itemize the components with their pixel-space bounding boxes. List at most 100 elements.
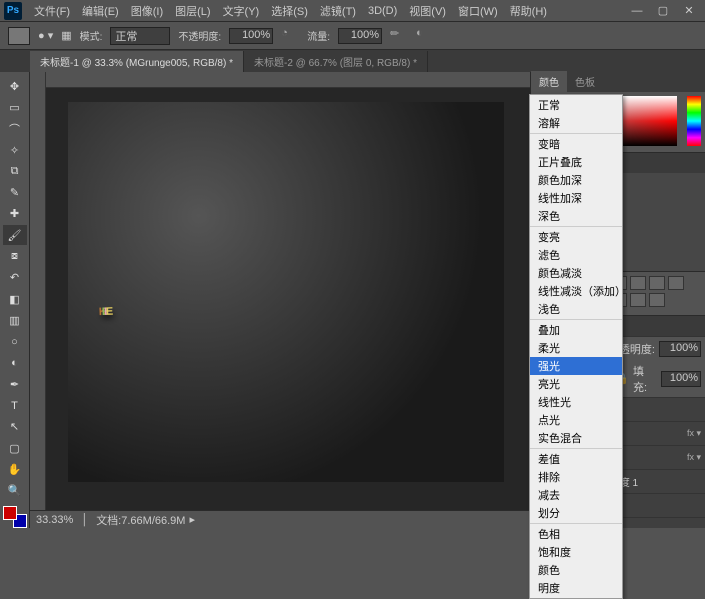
menu-edit[interactable]: 编辑(E) (76, 1, 125, 21)
blur-tool[interactable]: ○ (3, 332, 27, 352)
blend-option[interactable]: 颜色 (530, 561, 622, 579)
dodge-tool[interactable]: ◐ (3, 353, 27, 373)
history-brush-tool[interactable]: ↶ (3, 268, 27, 288)
fill-input[interactable]: 100% (661, 371, 701, 387)
blend-option[interactable]: 线性减淡（添加） (530, 282, 622, 300)
fx-badge[interactable]: fx ▾ (687, 428, 701, 439)
airbrush-icon[interactable]: ✏ (390, 27, 408, 45)
pen-tool[interactable]: ✒ (3, 374, 27, 394)
blend-option[interactable]: 线性光 (530, 393, 622, 411)
blend-option[interactable]: 饱和度 (530, 543, 622, 561)
blend-option[interactable]: 划分 (530, 504, 622, 522)
blend-mode-dropdown[interactable]: 正常溶解变暗正片叠底颜色加深线性加深深色变亮滤色颜色减淡线性减淡（添加）浅色叠加… (529, 94, 623, 599)
stamp-tool[interactable]: ⧇ (3, 246, 27, 266)
path-tool[interactable]: ↖ (3, 417, 27, 437)
blend-option[interactable]: 点光 (530, 411, 622, 429)
blend-option[interactable]: 溶解 (530, 114, 622, 132)
blend-option[interactable]: 正常 (530, 96, 622, 114)
hand-tool[interactable]: ✋ (3, 459, 27, 479)
blend-option[interactable]: 色相 (530, 525, 622, 543)
maximize-button[interactable]: ▢ (651, 4, 675, 18)
blend-option[interactable]: 实色混合 (530, 429, 622, 447)
move-tool[interactable]: ✥ (3, 76, 27, 96)
menu-file[interactable]: 文件(F) (28, 1, 76, 21)
ruler-vertical (30, 72, 46, 528)
zoom-tool[interactable]: 🔍 (3, 481, 27, 501)
blend-option[interactable]: 柔光 (530, 339, 622, 357)
pressure-size-icon[interactable]: ◐ (416, 27, 434, 45)
tool-preset[interactable] (8, 27, 30, 45)
zoom-level[interactable]: 33.33% (36, 514, 73, 526)
blend-option[interactable]: 滤色 (530, 246, 622, 264)
blend-option[interactable]: 变亮 (530, 228, 622, 246)
tab-color[interactable]: 颜色 (531, 71, 567, 92)
menu-select[interactable]: 选择(S) (265, 1, 314, 21)
gradient-tool[interactable]: ▥ (3, 310, 27, 330)
blend-option[interactable]: 明度 (530, 579, 622, 597)
pressure-opacity-icon[interactable]: ◔ (281, 27, 299, 45)
menu-3d[interactable]: 3D(D) (362, 3, 403, 19)
blend-option[interactable]: 差值 (530, 450, 622, 468)
blend-option[interactable]: 变暗 (530, 135, 622, 153)
adj-select-icon[interactable] (649, 293, 665, 307)
shape-tool[interactable]: ▢ (3, 438, 27, 458)
menu-layer[interactable]: 图层(L) (169, 1, 216, 21)
brush-panel-icon[interactable]: ▦ (61, 29, 71, 42)
blend-option[interactable]: 减去 (530, 486, 622, 504)
canvas[interactable]: KELE (68, 102, 504, 482)
mode-select[interactable]: 正常 (110, 27, 170, 45)
blend-option[interactable]: 颜色加深 (530, 171, 622, 189)
doc-tab-1[interactable]: 未标题-1 @ 33.3% (MGrunge005, RGB/8) * (30, 51, 244, 72)
wand-tool[interactable]: ✧ (3, 140, 27, 160)
chevron-right-icon[interactable]: ▸ (189, 513, 195, 526)
blend-option[interactable]: 浅色 (530, 300, 622, 318)
brush-size-icon[interactable]: ● ▾ (38, 29, 53, 42)
flow-input[interactable]: 100% (338, 28, 382, 44)
opacity-input[interactable]: 100% (229, 28, 273, 44)
tab-swatches[interactable]: 色板 (567, 71, 603, 92)
blend-option[interactable]: 排除 (530, 468, 622, 486)
app-logo: Ps (4, 2, 22, 20)
hue-slider[interactable] (687, 96, 701, 146)
menu-type[interactable]: 文字(Y) (217, 1, 266, 21)
menu-help[interactable]: 帮助(H) (504, 1, 553, 21)
menu-window[interactable]: 窗口(W) (452, 1, 504, 21)
eraser-tool[interactable]: ◧ (3, 289, 27, 309)
blend-option[interactable]: 正片叠底 (530, 153, 622, 171)
layer-opacity-input[interactable]: 100% (659, 341, 701, 357)
brush-tool[interactable]: 🖌 (3, 225, 27, 245)
adj-hue-icon[interactable] (630, 276, 646, 290)
document-tabs: 未标题-1 @ 33.3% (MGrunge005, RGB/8) * 未标题-… (0, 50, 705, 72)
blend-option[interactable]: 叠加 (530, 321, 622, 339)
minimize-button[interactable]: — (625, 4, 649, 18)
menu-view[interactable]: 视图(V) (403, 1, 452, 21)
fg-color[interactable] (3, 506, 17, 520)
eyedropper-tool[interactable]: ✎ (3, 182, 27, 202)
fx-badge[interactable]: fx ▾ (687, 452, 701, 463)
blend-option[interactable]: 线性加深 (530, 189, 622, 207)
canvas-area: KELE 33.33% │ 文档:7.66M/66.9M ▸ (30, 72, 530, 528)
close-button[interactable]: ✕ (677, 4, 701, 18)
menu-bar: Ps 文件(F) 编辑(E) 图像(I) 图层(L) 文字(Y) 选择(S) 滤… (0, 0, 705, 22)
blend-option[interactable]: 深色 (530, 207, 622, 225)
doc-size[interactable]: 文档:7.66M/66.9M (96, 512, 185, 528)
heal-tool[interactable]: ✚ (3, 204, 27, 224)
adj-photo-icon[interactable] (668, 276, 684, 290)
status-bar: 33.33% │ 文档:7.66M/66.9M ▸ (30, 510, 530, 528)
adj-grad-icon[interactable] (630, 293, 646, 307)
blend-option[interactable]: 颜色减淡 (530, 264, 622, 282)
opacity-label: 不透明度: (178, 28, 221, 43)
color-chips[interactable] (3, 506, 27, 528)
doc-tab-2[interactable]: 未标题-2 @ 66.7% (图层 0, RGB/8) * (244, 51, 428, 72)
lasso-tool[interactable]: ⌒ (3, 119, 27, 139)
flow-label: 流量: (307, 28, 330, 43)
menu-filter[interactable]: 滤镜(T) (314, 1, 362, 21)
type-tool[interactable]: T (3, 395, 27, 415)
tools-panel: ✥ ▭ ⌒ ✧ ⧉ ✎ ✚ 🖌 ⧇ ↶ ◧ ▥ ○ ◐ ✒ T ↖ ▢ ✋ 🔍 (0, 72, 30, 528)
adj-bw-icon[interactable] (649, 276, 665, 290)
blend-option[interactable]: 亮光 (530, 375, 622, 393)
marquee-tool[interactable]: ▭ (3, 97, 27, 117)
crop-tool[interactable]: ⧉ (3, 161, 27, 181)
blend-option[interactable]: 强光 (530, 357, 622, 375)
menu-image[interactable]: 图像(I) (125, 1, 169, 21)
